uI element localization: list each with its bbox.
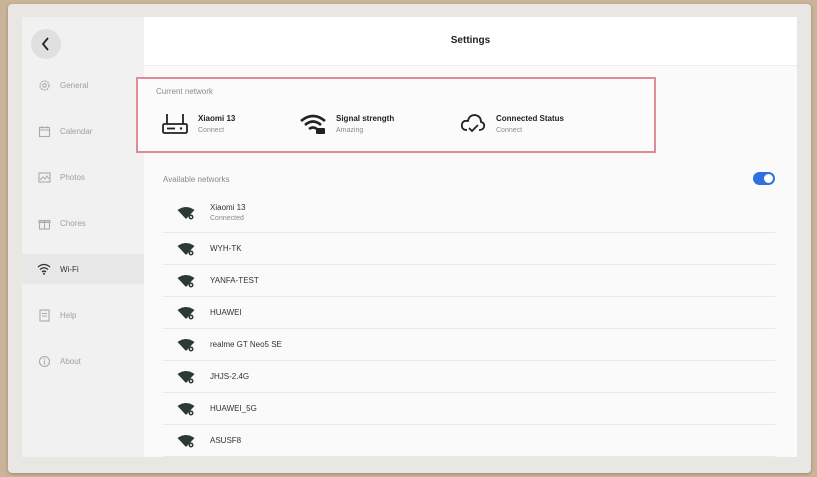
current-network-label: Current network — [156, 87, 213, 96]
sidebar-item-calendar[interactable]: Calendar — [22, 116, 144, 146]
info-subtitle: Connect — [496, 127, 523, 134]
network-name: Xiaomi 13 — [210, 203, 246, 212]
wifi-lock-icon — [177, 338, 195, 352]
network-name: JHJS-2.4G — [210, 372, 250, 381]
wifi-lock-icon — [177, 274, 195, 288]
current-network-panel: Current network Xiaomi 13 Connect Signal… — [136, 77, 656, 153]
header: Settings — [144, 17, 797, 66]
wifi-lock-icon — [177, 306, 195, 320]
wifi-icon — [37, 262, 51, 276]
sidebar-item-label: General — [60, 80, 89, 90]
sidebar-item-help[interactable]: Help — [22, 300, 144, 330]
chevron-left-icon — [41, 37, 49, 51]
sidebar-item-general[interactable]: General — [22, 70, 144, 100]
sidebar-item-label: Chores — [60, 218, 86, 228]
wifi-lock-icon — [177, 370, 195, 384]
network-row[interactable]: JHJS-2.4G — [163, 361, 775, 393]
calendar-icon — [37, 124, 51, 138]
sidebar-item-photos[interactable]: Photos — [22, 162, 144, 192]
sidebar-item-wifi[interactable]: Wi-Fi — [22, 254, 144, 284]
network-name: ASUSF8 — [210, 436, 242, 445]
current-network-name: Xiaomi 13 Connect — [162, 113, 235, 135]
back-button[interactable] — [31, 29, 61, 59]
info-title: Connected Status — [496, 114, 565, 123]
network-row[interactable]: ASUSF8 — [163, 425, 775, 457]
signal-strength: Signal strength Amazing — [300, 113, 394, 135]
page-title: Settings — [450, 35, 491, 46]
connected-status: Connected Status Connect — [460, 113, 564, 135]
wifi-lock-icon — [177, 206, 195, 220]
network-name: HUAWEI — [210, 308, 242, 317]
info-title: Xiaomi 13 — [198, 114, 236, 123]
network-row[interactable]: Xiaomi 13 Connected — [163, 193, 775, 233]
toggle-knob — [764, 174, 773, 183]
main-panel: Settings Current network Xiaomi 13 Conne… — [136, 17, 797, 457]
network-name: YANFA-TEST — [210, 276, 259, 285]
wifi-lock-icon — [177, 242, 195, 256]
network-row[interactable]: realme GT Neo5 SE — [163, 329, 775, 361]
network-list: Xiaomi 13 Connected WYH-TK YANFA-TEST HU… — [163, 193, 775, 457]
network-row[interactable]: WYH-TK — [163, 233, 775, 265]
sidebar-item-about[interactable]: About — [22, 346, 144, 376]
info-icon — [37, 354, 51, 368]
network-name: HUAWEI_5G — [210, 404, 257, 413]
router-icon — [162, 113, 188, 135]
gear-icon — [37, 78, 51, 92]
info-title: Signal strength — [336, 114, 395, 123]
wifi-lock-icon — [177, 434, 195, 448]
network-row[interactable]: HUAWEI_5G — [163, 393, 775, 425]
sidebar-item-chores[interactable]: Chores — [22, 208, 144, 238]
photo-icon — [37, 170, 51, 184]
network-name: realme GT Neo5 SE — [210, 340, 282, 349]
sidebar-item-label: About — [60, 356, 81, 366]
sidebar-item-label: Wi-Fi — [60, 264, 79, 274]
wifi-signal-icon — [300, 113, 326, 135]
wifi-toggle[interactable] — [753, 172, 775, 185]
sidebar: General Calendar Photos Chores Wi-Fi Hel… — [22, 17, 144, 457]
screen: General Calendar Photos Chores Wi-Fi Hel… — [22, 17, 797, 457]
available-networks-label: Available networks — [163, 175, 230, 184]
network-name: WYH-TK — [210, 244, 242, 253]
sidebar-item-label: Help — [60, 310, 77, 320]
network-row[interactable]: HUAWEI — [163, 297, 775, 329]
cloud-check-icon — [460, 113, 486, 135]
wifi-lock-icon — [177, 402, 195, 416]
sidebar-item-label: Photos — [60, 172, 85, 182]
document-icon — [37, 308, 51, 322]
info-subtitle: Connect — [198, 127, 225, 134]
info-subtitle: Amazing — [336, 127, 364, 134]
sidebar-item-label: Calendar — [60, 126, 93, 136]
network-row[interactable]: YANFA-TEST — [163, 265, 775, 297]
gift-icon — [37, 216, 51, 230]
network-status: Connected — [210, 215, 244, 222]
